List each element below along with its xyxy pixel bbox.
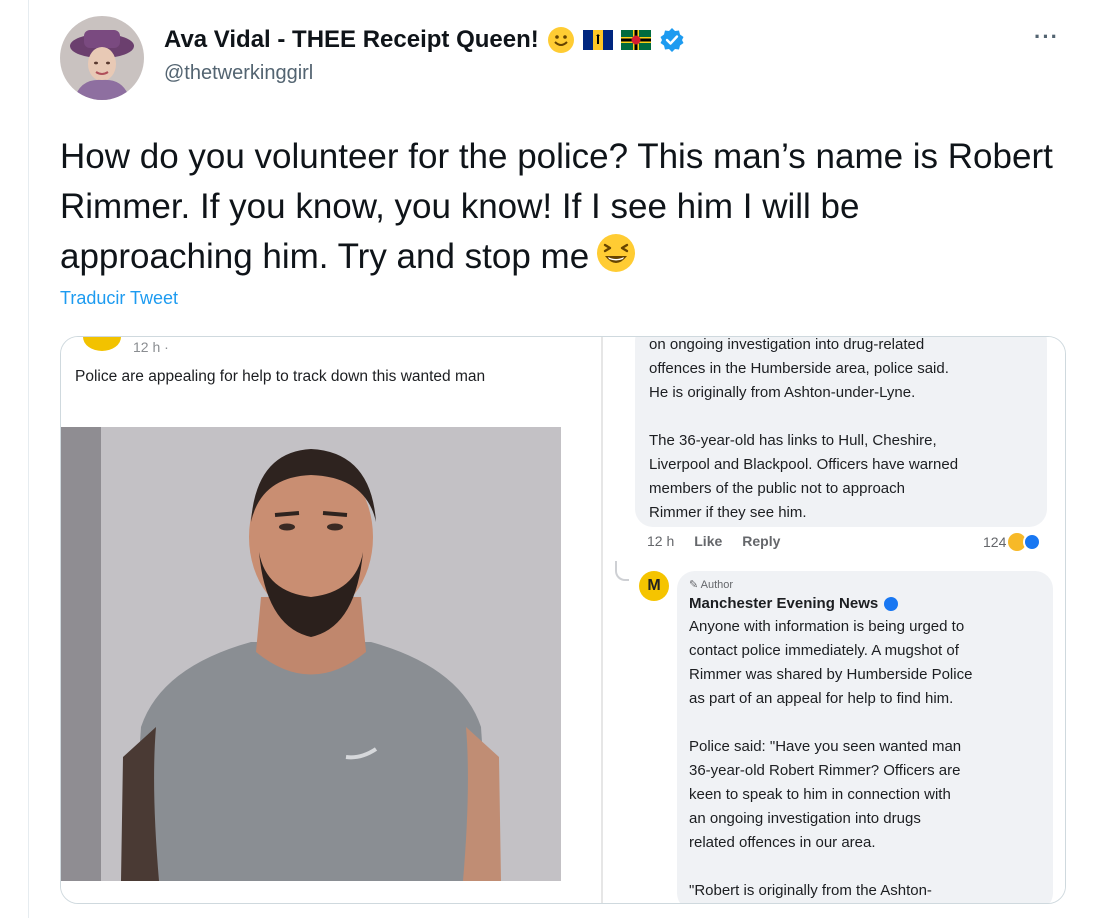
comment-line: contact police immediately. A mugshot of [689, 642, 959, 659]
comment-line: The 36-year-old has links to Hull, Chesh… [649, 432, 937, 449]
post-caption: Police are appealing for help to track d… [75, 368, 486, 385]
comment-line: Police said: "Have you seen wanted man [689, 738, 962, 755]
like-reaction-icon [1023, 533, 1042, 551]
page-logo [83, 337, 121, 351]
comment-line: keen to speak to him in connection with [689, 786, 951, 803]
laughing-emoji-icon [597, 234, 636, 272]
facebook-post-screenshot: 12 h · Police are appealing for help to … [61, 337, 601, 903]
comment-bubble-2: ✎ Author Manchester Evening News Anyone … [677, 571, 1053, 903]
tweet-text-content: How do you volunteer for the police? Thi… [60, 137, 1053, 276]
comment-line: an ongoing investigation into drugs [689, 810, 921, 827]
comment-line: as part of an appeal for help to find hi… [689, 690, 954, 707]
tweet-media-image[interactable]: 12 h · Police are appealing for help to … [60, 336, 1066, 904]
reaction-number: 124 [983, 534, 1007, 550]
more-options-icon[interactable]: ··· [1034, 24, 1059, 50]
verified-badge-icon [660, 28, 684, 52]
comment-line: Anyone with information is being urged t… [689, 618, 965, 635]
comment-line: Liverpool and Blackpool. Officers have w… [649, 456, 959, 473]
comment-author-name: Manchester Evening News [689, 595, 879, 612]
comment-line: 36-year-old Robert Rimmer? Officers are [689, 762, 961, 779]
profile-avatar[interactable] [60, 16, 144, 100]
tweet-text: How do you volunteer for the police? Thi… [60, 132, 1060, 282]
mugshot-photo [61, 427, 561, 881]
author-name-row[interactable]: Ava Vidal - THEE Receipt Queen! [164, 25, 685, 55]
comment-author: Manchester Evening News [689, 593, 1039, 615]
comment-line: on ongoing investigation into drug-relat… [649, 336, 925, 353]
mugshot-image [61, 427, 561, 881]
comment-line: offences in the Humberside area, police … [649, 360, 949, 377]
facebook-comments-screenshot: on ongoing investigation into drug-relat… [603, 336, 1065, 903]
dominica-flag-icon [620, 30, 651, 50]
comment-line: Rimmer if they see him. [649, 504, 807, 521]
comment-line: He is originally from Ashton-under-Lyne. [649, 384, 916, 401]
comment-line: related offences in our area. [689, 834, 876, 851]
comment-line: members of the public not to approach [649, 480, 905, 497]
author-tag: ✎ Author [689, 579, 734, 591]
men-logo-icon: M [639, 571, 669, 601]
user-handle[interactable]: @thetwerkinggirl [164, 62, 313, 85]
barbados-flag-icon [582, 30, 613, 50]
comment-bubble-1: on ongoing investigation into drug-relat… [635, 336, 1047, 527]
comment-reply: Reply [742, 533, 781, 549]
reply-thread-line [615, 561, 629, 581]
timeline-border [28, 0, 29, 918]
post-timestamp: 12 h · [133, 339, 169, 355]
comment-actions: 12 h Like Reply [647, 533, 780, 549]
verified-icon [884, 597, 899, 611]
comment-line: Rimmer was shared by Humberside Police [689, 666, 973, 683]
comment-time: 12 h [647, 533, 675, 549]
reaction-count: 124 [983, 533, 1042, 551]
smile-emoji-icon [547, 27, 574, 53]
author-tag-label: Author [700, 579, 734, 591]
display-name[interactable]: Ava Vidal - THEE Receipt Queen! [164, 26, 539, 54]
comment-line: "Robert is originally from the Ashton- [689, 882, 932, 899]
translate-tweet-link[interactable]: Traducir Tweet [60, 288, 178, 309]
comment-like: Like [694, 533, 723, 549]
avatar-image [60, 16, 144, 100]
